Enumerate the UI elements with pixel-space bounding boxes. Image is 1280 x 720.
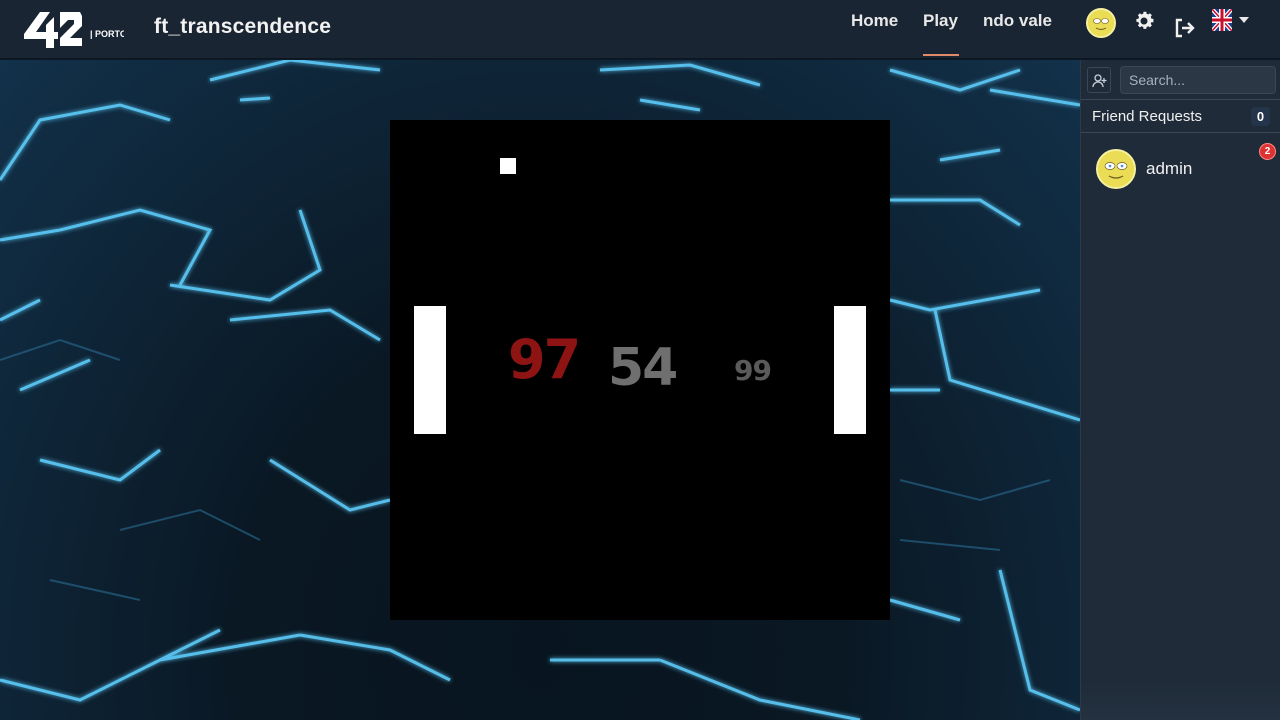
language-selector[interactable] (1212, 9, 1252, 31)
message-notification-badge: 2 (1259, 143, 1276, 160)
divider (1081, 132, 1280, 133)
settings-gear-icon[interactable] (1132, 9, 1156, 33)
nav-user-profile[interactable]: ndo vale (983, 11, 1052, 31)
brand-title[interactable]: ft_transcendence (154, 15, 331, 39)
friend-requests-count-badge: 0 (1251, 107, 1270, 126)
friend-requests-label[interactable]: Friend Requests (1092, 108, 1202, 125)
friend-search-input[interactable] (1120, 66, 1276, 94)
friend-list-item[interactable]: admin 2 (1081, 142, 1280, 198)
friend-name: admin (1146, 159, 1193, 178)
top-navbar: | PORTO ft_transcendence Home Play ndo v… (0, 0, 1280, 59)
friend-avatar (1096, 149, 1136, 189)
pong-game-canvas[interactable]: 97 54 99 (390, 120, 890, 620)
caret-down-icon (1239, 17, 1249, 23)
nav-home[interactable]: Home (851, 11, 898, 31)
nav-play[interactable]: Play (923, 11, 958, 31)
user-avatar[interactable] (1086, 8, 1116, 38)
score-center: 54 (608, 338, 678, 398)
right-paddle (834, 306, 866, 434)
add-user-icon (1092, 74, 1107, 88)
active-tab-indicator (923, 54, 959, 56)
logo-sub: | PORTO (90, 29, 124, 39)
pong-ball (500, 158, 516, 174)
score-left: 97 (508, 328, 581, 391)
score-right: 99 (734, 354, 772, 387)
logout-icon[interactable] (1173, 17, 1195, 39)
sidebar-footer (1081, 680, 1280, 720)
42-porto-logo[interactable]: | PORTO (24, 8, 124, 50)
friends-sidebar: Friend Requests 0 admin 2 (1080, 60, 1280, 720)
uk-flag-icon (1212, 9, 1232, 31)
add-friend-button[interactable] (1087, 67, 1111, 93)
left-paddle (414, 306, 446, 434)
divider (1081, 99, 1280, 100)
